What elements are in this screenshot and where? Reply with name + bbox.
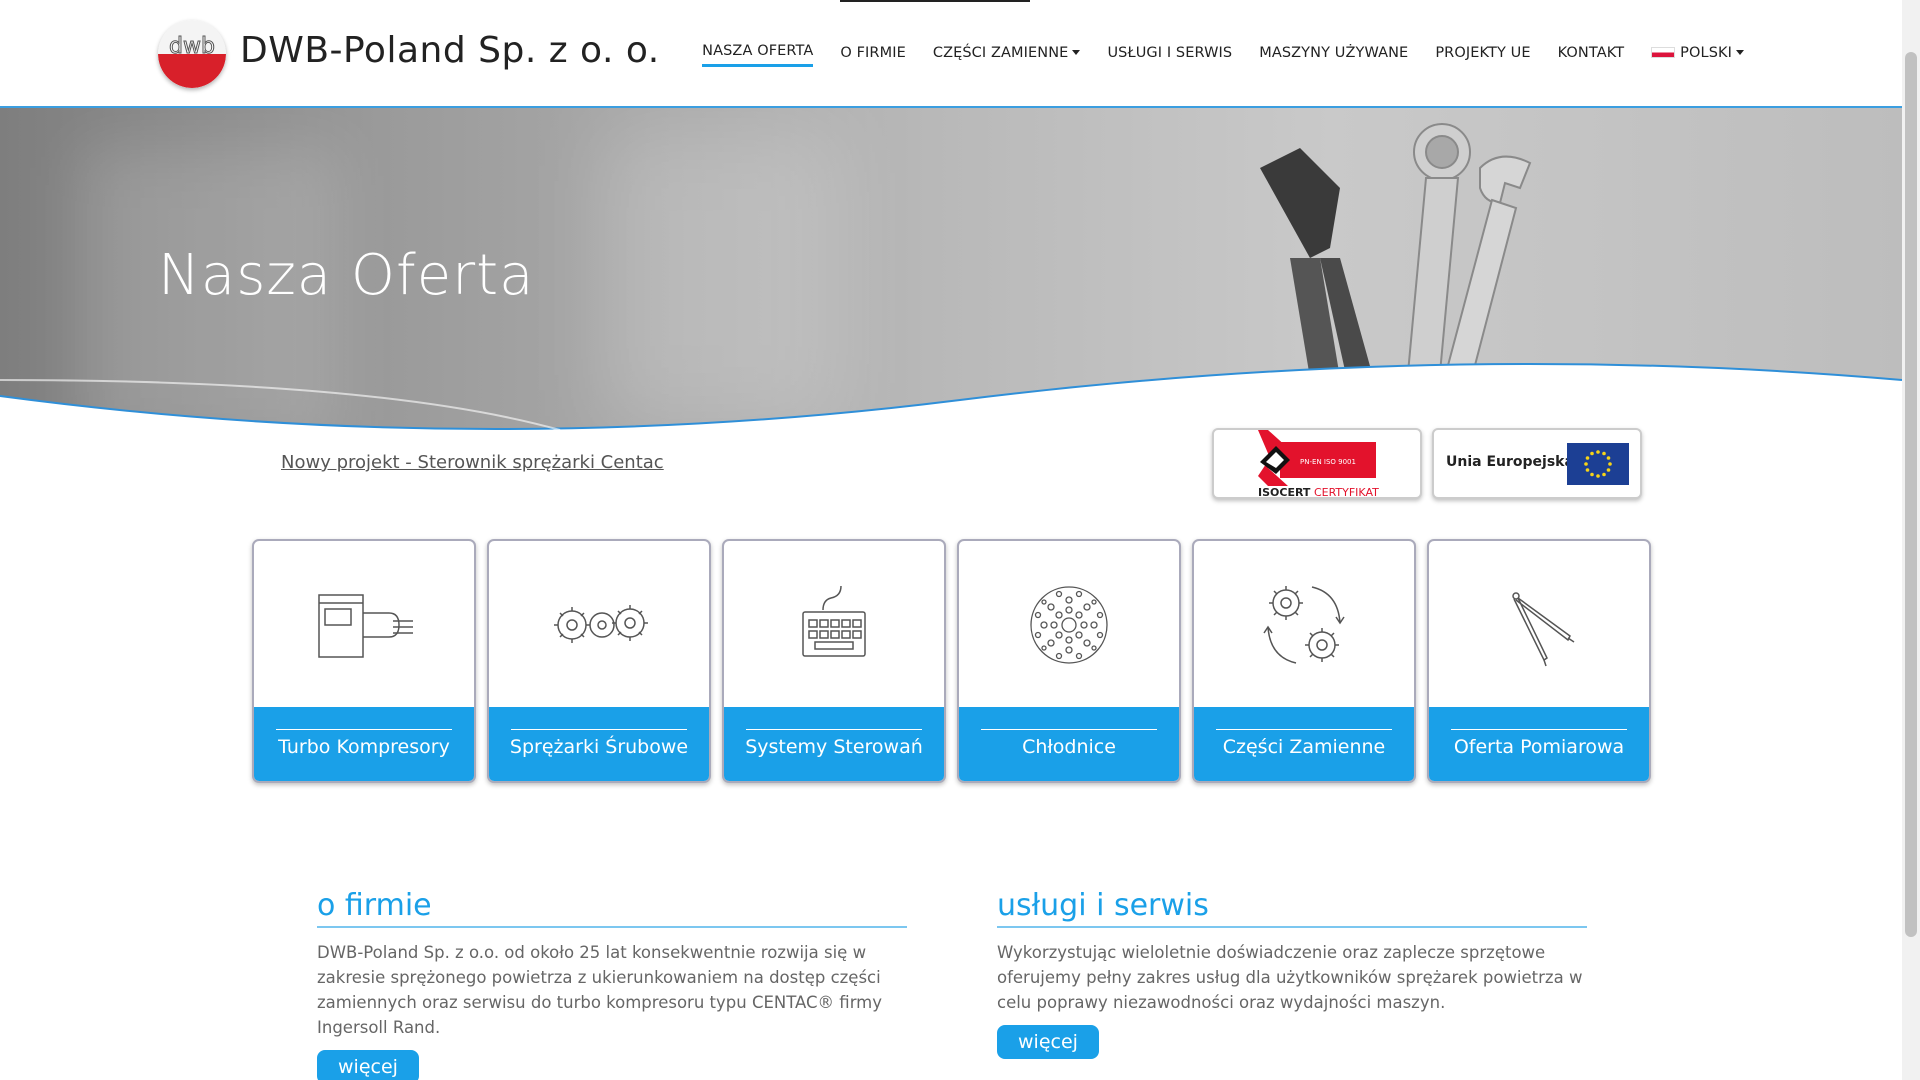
pl-flag-icon (1651, 47, 1676, 58)
offer-cards: Turbo Kompresory Sprężarki Śrubowe Syste… (252, 539, 1651, 783)
main-nav: NASZA OFERTA O FIRMIE CZĘŚCI ZAMIENNE US… (675, 43, 1744, 67)
cooler-icon (1030, 586, 1108, 664)
services-more-button[interactable]: więcej (997, 1025, 1099, 1059)
logo-text: dwb (169, 34, 215, 59)
compass-icon (1512, 592, 1575, 667)
gears-icon (554, 605, 648, 643)
iso-standard-label: PN-EN ISO 9001 (1300, 458, 1356, 466)
nav-item-maszyny-uzywane[interactable]: MASZYNY UŻYWANE (1259, 45, 1408, 66)
card-label: Chłodnice (1022, 736, 1116, 758)
card-oferta-pomiarowa[interactable]: Oferta Pomiarowa (1427, 539, 1651, 783)
eu-badge[interactable]: Unia Europejska (1432, 428, 1642, 499)
top-indicator-line (840, 0, 1030, 2)
nav-item-czesci-zamienne[interactable]: CZĘŚCI ZAMIENNE (933, 45, 1081, 66)
eu-label: Unia Europejska (1446, 454, 1574, 470)
card-label: Turbo Kompresory (278, 736, 450, 758)
card-systemy-sterowan[interactable]: Systemy Sterowań (722, 539, 946, 783)
card-sprezarki-srubowe[interactable]: Sprężarki Śrubowe (487, 539, 711, 783)
card-chlodnice[interactable]: Chłodnice (957, 539, 1181, 783)
caret-down-icon (1072, 50, 1081, 55)
services-title: usługi i serwis (997, 886, 1587, 928)
about-title: o firmie (317, 886, 907, 928)
card-czesci-zamienne[interactable]: Części Zamienne (1192, 539, 1416, 783)
nav-item-kontakt[interactable]: KONTAKT (1558, 45, 1625, 66)
nav-label: O FIRMIE (840, 44, 906, 61)
iso-label: ISOCERT CERTYFIKAT (1258, 486, 1379, 499)
iso-certificate-badge[interactable]: PN-EN ISO 9001 ISOCERT CERTYFIKAT (1212, 428, 1422, 499)
nav-label: NASZA OFERTA (702, 43, 814, 59)
eu-stars-graphic (1584, 450, 1612, 478)
nav-label: USŁUGI I SERWIS (1107, 44, 1233, 61)
card-label: Systemy Sterowań (745, 736, 923, 758)
company-logo[interactable]: dwb (158, 20, 226, 88)
nav-item-o-firmie[interactable]: O FIRMIE (840, 45, 905, 66)
nav-label: PROJEKTY UE (1435, 44, 1531, 61)
site-header: dwb DWB-Poland Sp. z o. o. NASZA OFERTA … (0, 0, 1902, 108)
scrollbar-thumb[interactable] (1905, 52, 1917, 937)
about-more-button[interactable]: więcej (317, 1050, 419, 1080)
vertical-scrollbar[interactable] (1902, 0, 1920, 1080)
nav-label: POLSKI (1680, 44, 1732, 61)
card-label: Części Zamienne (1222, 736, 1386, 758)
iso-label-black: ISOCERT (1258, 486, 1311, 499)
brand-name[interactable]: DWB-Poland Sp. z o. o. (240, 30, 660, 71)
nav-label: KONTAKT (1557, 44, 1625, 61)
card-label: Sprężarki Śrubowe (509, 736, 689, 758)
eu-flag-icon (1567, 443, 1629, 485)
about-section: o firmie DWB-Poland Sp. z o.o. od około … (317, 886, 907, 1080)
new-project-link[interactable]: Nowy projekt - Sterownik sprężarki Centa… (281, 452, 664, 473)
card-turbo-kompresory[interactable]: Turbo Kompresory (252, 539, 476, 783)
turbo-compressor-icon (318, 594, 413, 658)
services-section: usługi i serwis Wykorzystując wieloletni… (997, 886, 1587, 1059)
services-text: Wykorzystując wieloletnie doświadczenie … (997, 943, 1583, 1012)
keyboard-icon (802, 585, 866, 657)
language-selector[interactable]: POLSKI (1651, 45, 1744, 66)
nav-item-uslugi-serwis[interactable]: USŁUGI I SERWIS (1107, 45, 1232, 66)
nav-label: MASZYNY UŻYWANE (1259, 44, 1409, 61)
hero-title: Nasza Oferta (158, 243, 535, 308)
nav-label: CZĘŚCI ZAMIENNE (932, 44, 1069, 61)
card-label: Oferta Pomiarowa (1453, 736, 1625, 758)
iso-label-red: CERTYFIKAT (1313, 486, 1379, 499)
about-text: DWB-Poland Sp. z o.o. od około 25 lat ko… (317, 943, 883, 1037)
nav-item-projekty-ue[interactable]: PROJEKTY UE (1435, 45, 1530, 66)
gear-cycle-icon (1263, 586, 1345, 664)
nav-item-nasza-oferta[interactable]: NASZA OFERTA (702, 43, 814, 67)
caret-down-icon (1736, 50, 1744, 55)
